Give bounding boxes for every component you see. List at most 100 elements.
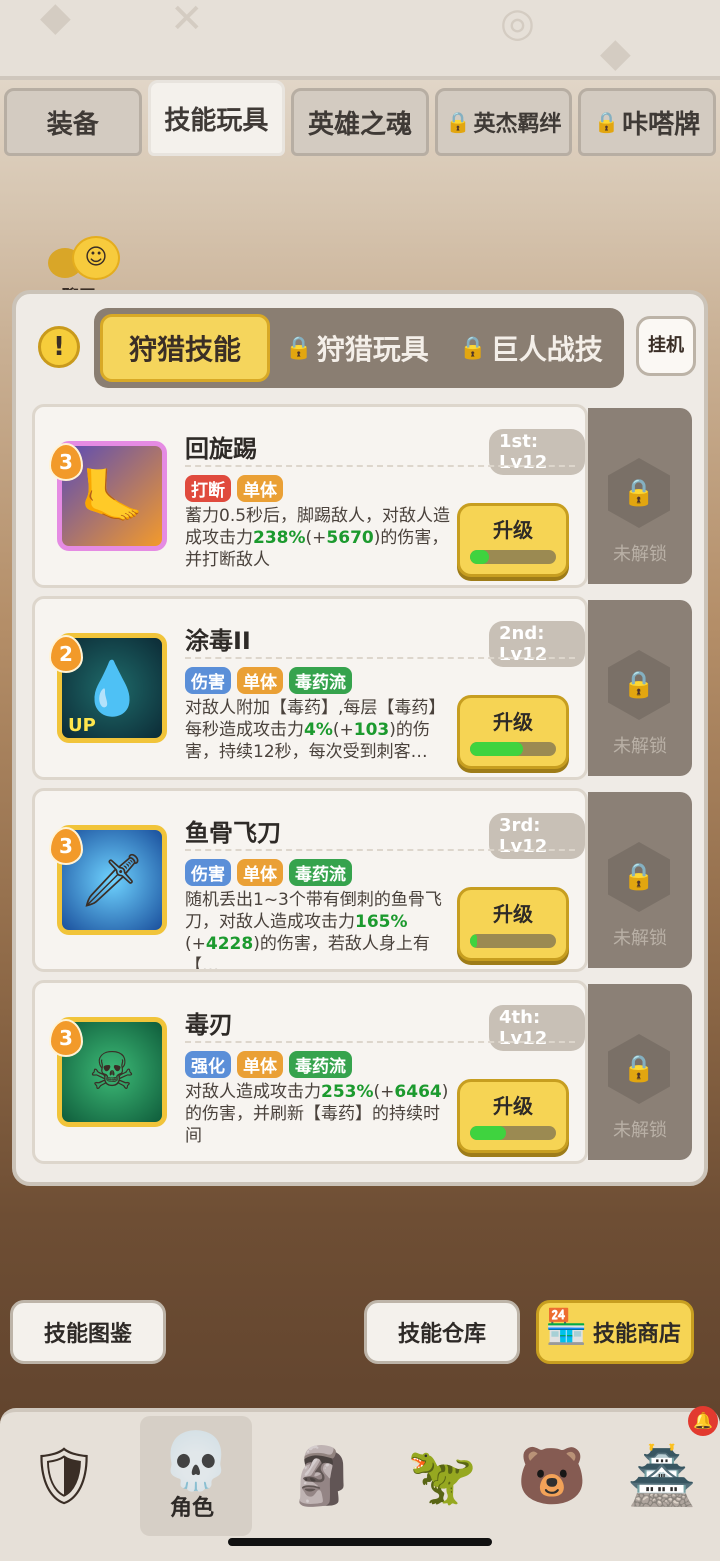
skill-card-main[interactable]: 🦶 3 回旋踢 1st: Lv12 打断 单体 蓄力0.5秒后，脚踢敌人，对敌人… bbox=[32, 404, 588, 588]
decor-icon: ✕ bbox=[170, 0, 204, 42]
desc-value: 4228 bbox=[205, 934, 254, 954]
skill-tag: 毒药流 bbox=[289, 859, 352, 886]
upgrade-button[interactable]: 升级 bbox=[457, 503, 569, 577]
desc-value: 238% bbox=[253, 528, 306, 548]
skill-tag: 伤害 bbox=[185, 859, 231, 886]
skill-tag: 强化 bbox=[185, 1051, 231, 1078]
nav-tribal-mask[interactable]: 🗿 bbox=[272, 1426, 372, 1526]
upgrade-progress-bar bbox=[470, 550, 556, 564]
sub-tab-bar: 狩猎技能 🔒 狩猎玩具 🔒 巨人战技 bbox=[94, 308, 624, 388]
divider bbox=[185, 657, 575, 659]
shop-mascot-icon: 🏪 bbox=[545, 1307, 588, 1347]
desc-value: 5670 bbox=[326, 528, 374, 548]
tab-label: 咔嗒牌 bbox=[622, 109, 701, 140]
skill-tag: 打断 bbox=[185, 475, 231, 502]
tab-hero-bond[interactable]: 🔒 英杰羁绊 bbox=[434, 88, 573, 156]
warning-icon[interactable]: ! bbox=[38, 326, 80, 368]
lock-icon: 🔒 bbox=[608, 458, 670, 528]
subtab-giant-combat[interactable]: 🔒 巨人战技 bbox=[444, 314, 618, 382]
skill-tags: 伤害 单体 毒药流 bbox=[185, 667, 352, 694]
desc-text: 对敌人造成攻击力 bbox=[185, 1082, 321, 1102]
skill-tag: 毒药流 bbox=[289, 1051, 352, 1078]
tab-label: 装备 bbox=[46, 109, 99, 140]
tab-click-cards[interactable]: 🔒 咔嗒牌 bbox=[578, 88, 716, 156]
skill-description: 对敌人附加【毒药】,每层【毒药】每秒造成攻击力4%(+103)的伤害，持续12秒… bbox=[185, 697, 455, 777]
upgrade-button[interactable]: 升级 bbox=[457, 695, 569, 769]
subtab-label: 狩猎技能 bbox=[128, 333, 241, 366]
locked-slot[interactable]: 🔒 未解锁 bbox=[588, 408, 692, 584]
assassin-hero-icon: 💀 bbox=[161, 1429, 231, 1494]
subtab-label: 巨人战技 bbox=[490, 333, 603, 366]
nav-dinosaur[interactable]: 🦖 bbox=[392, 1426, 492, 1526]
subtab-hunting-toys[interactable]: 🔒 狩猎玩具 bbox=[270, 314, 444, 382]
skill-tags: 强化 单体 毒药流 bbox=[185, 1051, 352, 1078]
divider bbox=[185, 465, 575, 467]
lock-icon: 🔒 bbox=[608, 842, 670, 912]
skill-tags: 打断 单体 bbox=[185, 475, 283, 502]
lock-icon: 🔒 bbox=[285, 335, 313, 361]
upgrade-button[interactable]: 升级 bbox=[457, 887, 569, 961]
progress-fill bbox=[470, 742, 524, 756]
skill-card-main[interactable]: 🗡 3 鱼骨飞刀 3rd: Lv12 伤害 单体 毒药流 随机丢出1~3个带有倒… bbox=[32, 788, 588, 972]
desc-value: 103 bbox=[353, 720, 390, 740]
notification-bell-icon: 🔔 bbox=[688, 1406, 718, 1436]
skill-description: 随机丢出1~3个带有倒刺的鱼骨飞刀，对敌人造成攻击力165%(+4228)的伤害… bbox=[185, 889, 455, 969]
skill-description: 对敌人造成攻击力253%(+6464)的伤害，并刷新【毒药】的持续时间 bbox=[185, 1081, 455, 1161]
skill-card: 💧 UP 2 涂毒II 2nd: Lv12 伤害 单体 毒药流 对敌人附加【毒药】… bbox=[32, 596, 692, 780]
progress-fill bbox=[470, 934, 477, 948]
skill-codex-button[interactable]: 技能图鉴 bbox=[10, 1300, 166, 1364]
viking-hero-icon: 🛡 bbox=[28, 1444, 100, 1509]
subtab-label: 狩猎玩具 bbox=[316, 333, 429, 366]
totem-icon: 🏯 bbox=[627, 1444, 697, 1509]
skill-level: 1st: Lv12 bbox=[489, 429, 585, 475]
home-indicator bbox=[228, 1538, 492, 1546]
skill-name: 回旋踢 bbox=[185, 435, 257, 463]
subtab-hunting-skills[interactable]: 狩猎技能 bbox=[100, 314, 270, 382]
skill-name: 鱼骨飞刀 bbox=[185, 819, 281, 847]
idle-label: 挂机 bbox=[648, 335, 684, 356]
desc-text: (+ bbox=[332, 720, 354, 740]
button-label: 技能仓库 bbox=[397, 1322, 486, 1347]
lock-icon: 🔒 bbox=[608, 1034, 670, 1104]
tribal-mask-icon: 🗿 bbox=[287, 1444, 357, 1509]
locked-slot[interactable]: 🔒 未解锁 bbox=[588, 600, 692, 776]
tab-equipment[interactable]: 装备 bbox=[4, 88, 142, 156]
divider bbox=[185, 1041, 575, 1043]
nav-bear[interactable]: 🐻 bbox=[502, 1426, 602, 1526]
chat-smiley-icon: ☺ bbox=[72, 236, 120, 280]
skill-rank-badge: 2 bbox=[49, 635, 83, 673]
dinosaur-icon: 🦖 bbox=[407, 1444, 477, 1509]
skill-tag: 伤害 bbox=[185, 667, 231, 694]
locked-slot[interactable]: 🔒 未解锁 bbox=[588, 984, 692, 1160]
desc-text: (+ bbox=[373, 1082, 395, 1102]
desc-text: (+ bbox=[305, 528, 327, 548]
locked-slot[interactable]: 🔒 未解锁 bbox=[588, 792, 692, 968]
skill-list: 🦶 3 回旋踢 1st: Lv12 打断 单体 蓄力0.5秒后，脚踢敌人，对敌人… bbox=[32, 404, 692, 1172]
nav-label-character: 角色 bbox=[169, 1496, 214, 1521]
tab-hero-soul[interactable]: 英雄之魂 bbox=[291, 88, 429, 156]
lock-icon: 🔒 bbox=[445, 110, 471, 134]
desc-value: 253% bbox=[321, 1082, 374, 1102]
desc-value: 6464 bbox=[394, 1082, 442, 1102]
idle-button[interactable]: 挂机 bbox=[636, 316, 696, 376]
skill-level: 3rd: Lv12 bbox=[489, 813, 585, 859]
skill-tag: 毒药流 bbox=[289, 667, 352, 694]
decor-icon: ◎ bbox=[500, 0, 535, 46]
tab-skill-toys[interactable]: 技能玩具 bbox=[147, 80, 286, 156]
skill-storage-button[interactable]: 技能仓库 bbox=[364, 1300, 520, 1364]
skill-tag: 单体 bbox=[237, 667, 283, 694]
locked-label: 未解锁 bbox=[613, 544, 667, 565]
skill-rank-badge: 3 bbox=[49, 827, 83, 865]
upgrade-progress-bar bbox=[470, 934, 556, 948]
nav-viking-hero[interactable]: 🛡 bbox=[14, 1426, 114, 1526]
button-label: 技能图鉴 bbox=[43, 1322, 132, 1347]
skill-card-main[interactable]: 💧 UP 2 涂毒II 2nd: Lv12 伤害 单体 毒药流 对敌人附加【毒药】… bbox=[32, 596, 588, 780]
bear-icon: 🐻 bbox=[517, 1444, 587, 1509]
nav-totem[interactable]: 🏯 bbox=[612, 1426, 712, 1526]
upgrade-button[interactable]: 升级 bbox=[457, 1079, 569, 1153]
skill-card-main[interactable]: ☠ 3 毒刃 4th: Lv12 强化 单体 毒药流 对敌人造成攻击力253%(… bbox=[32, 980, 588, 1164]
upgrade-progress-bar bbox=[470, 1126, 556, 1140]
upgrade-progress-bar bbox=[470, 742, 556, 756]
skill-shop-button[interactable]: 🏪 技能商店 bbox=[536, 1300, 694, 1364]
divider bbox=[185, 849, 575, 851]
